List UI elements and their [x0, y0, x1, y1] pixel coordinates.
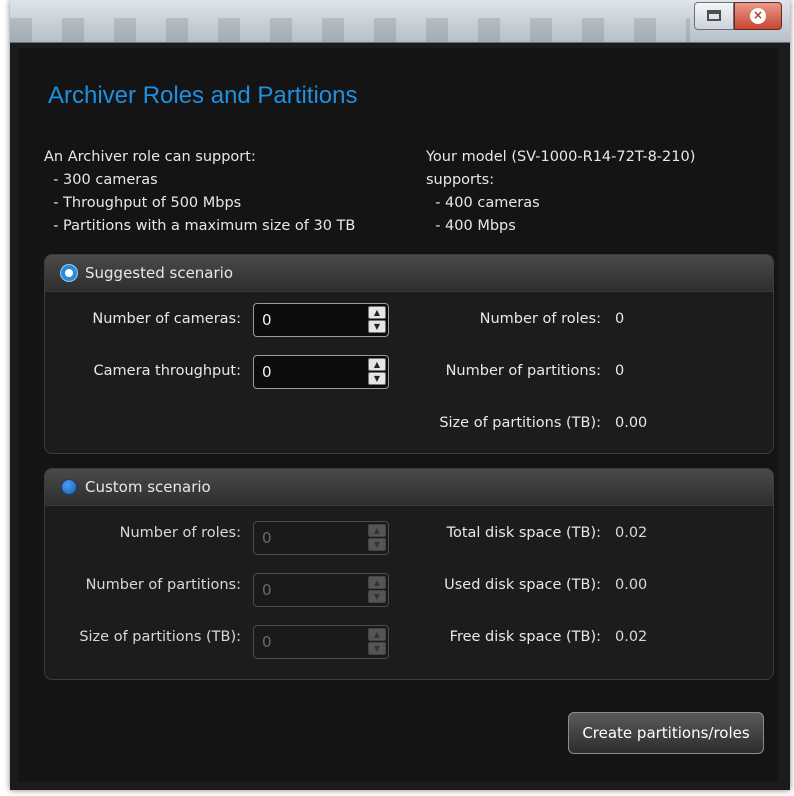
maximize-icon [707, 10, 721, 21]
custom-size-input[interactable] [254, 626, 366, 658]
suggested-size-value: 0.00 [615, 415, 648, 431]
page-title: Archiver Roles and Partitions [48, 82, 358, 109]
custom-partitions-label: Number of partitions: [85, 577, 241, 593]
radio-selected-icon [61, 265, 77, 281]
used-disk-label: Used disk space (TB): [444, 577, 601, 593]
info-line: An Archiver role can support: [44, 149, 256, 165]
throughput-stepper[interactable]: ▲ ▼ [253, 355, 389, 389]
custom-scenario-panel: Custom scenario Number of roles: ▲ ▼ Num… [44, 468, 774, 680]
total-disk-label: Total disk space (TB): [446, 525, 601, 541]
increment-icon[interactable]: ▲ [368, 628, 386, 641]
suggested-scenario-label: Suggested scenario [85, 264, 234, 282]
custom-roles-label: Number of roles: [119, 525, 241, 541]
suggested-partitions-label: Number of partitions: [445, 363, 601, 379]
decrement-icon[interactable]: ▼ [368, 538, 386, 551]
custom-scenario-radio[interactable]: Custom scenario [45, 469, 773, 506]
total-disk-value: 0.02 [615, 525, 648, 541]
custom-partitions-stepper[interactable]: ▲ ▼ [253, 573, 389, 607]
suggested-scenario-radio[interactable]: Suggested scenario [45, 255, 773, 292]
title-bar[interactable]: × [10, 0, 790, 43]
custom-partitions-input[interactable] [254, 574, 366, 606]
used-disk-value: 0.00 [615, 577, 648, 593]
custom-size-label: Size of partitions (TB): [79, 629, 241, 645]
throughput-label: Camera throughput: [93, 363, 241, 379]
info-line: - 400 cameras [426, 195, 540, 211]
increment-icon[interactable]: ▲ [368, 524, 386, 537]
custom-roles-stepper[interactable]: ▲ ▼ [253, 521, 389, 555]
decrement-icon[interactable]: ▼ [368, 590, 386, 603]
decrement-icon[interactable]: ▼ [368, 372, 386, 385]
dialog-content: Archiver Roles and Partitions An Archive… [18, 48, 778, 782]
decrement-icon[interactable]: ▼ [368, 642, 386, 655]
info-line: - Partitions with a maximum size of 30 T… [44, 218, 356, 234]
suggested-scenario-panel: Suggested scenario Number of cameras: ▲ … [44, 254, 774, 454]
custom-roles-input[interactable] [254, 522, 366, 554]
custom-size-stepper[interactable]: ▲ ▼ [253, 625, 389, 659]
radio-unselected-icon [61, 479, 77, 495]
info-line: Your model (SV-1000-R14-72T-8-210) [426, 149, 696, 165]
close-icon: × [750, 8, 766, 24]
throughput-input[interactable] [254, 356, 366, 388]
suggested-roles-value: 0 [615, 311, 625, 327]
dialog-window: × Archiver Roles and Partitions An Archi… [10, 0, 790, 790]
info-line: - Throughput of 500 Mbps [44, 195, 242, 211]
info-line: - 300 cameras [44, 172, 158, 188]
close-button[interactable]: × [734, 2, 782, 30]
custom-scenario-label: Custom scenario [85, 478, 211, 496]
model-capacity-info: Your model (SV-1000-R14-72T-8-210) suppo… [426, 146, 695, 238]
maximize-button[interactable] [694, 2, 734, 30]
free-disk-label: Free disk space (TB): [449, 629, 601, 645]
info-line: - 400 Mbps [426, 218, 516, 234]
increment-icon[interactable]: ▲ [368, 576, 386, 589]
cameras-label: Number of cameras: [92, 311, 241, 327]
cameras-input[interactable] [254, 304, 366, 336]
suggested-size-label: Size of partitions (TB): [439, 415, 601, 431]
decrement-icon[interactable]: ▼ [368, 320, 386, 333]
increment-icon[interactable]: ▲ [368, 358, 386, 371]
archiver-capacity-info: An Archiver role can support: - 300 came… [44, 146, 355, 238]
suggested-partitions-value: 0 [615, 363, 625, 379]
create-partitions-roles-button[interactable]: Create partitions/roles [568, 712, 764, 754]
cameras-stepper[interactable]: ▲ ▼ [253, 303, 389, 337]
info-line: supports: [426, 172, 495, 188]
suggested-roles-label: Number of roles: [479, 311, 601, 327]
increment-icon[interactable]: ▲ [368, 306, 386, 319]
free-disk-value: 0.02 [615, 629, 648, 645]
